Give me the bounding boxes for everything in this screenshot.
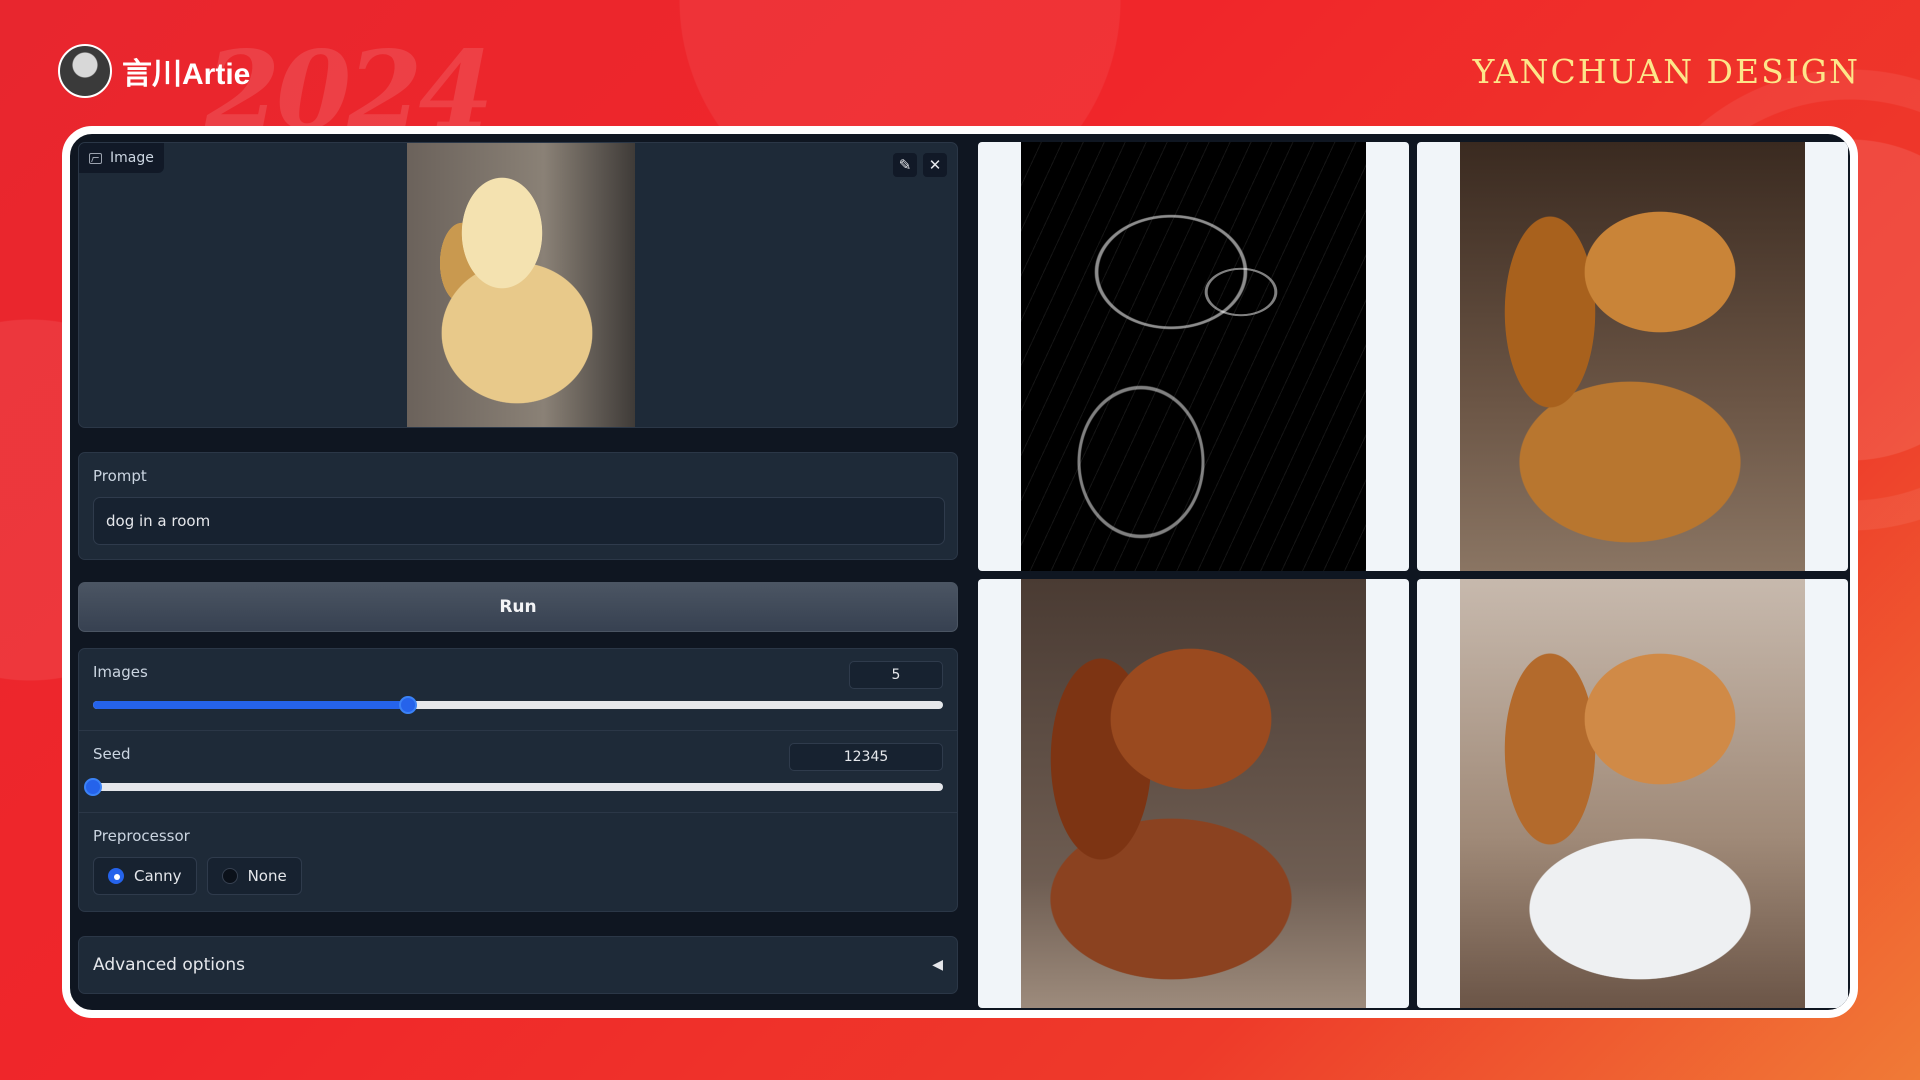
image-upload[interactable]: Image ✎ ✕ [78,142,958,428]
seed-slider[interactable] [84,778,943,796]
images-slider[interactable] [93,696,943,714]
output-gallery [978,142,1848,1008]
avatar [58,44,112,98]
radio-none[interactable]: None [206,857,302,895]
advanced-options-accordion[interactable]: Advanced options ◀ [78,936,958,994]
seed-control: Seed 12345 [79,731,957,813]
brand-header: 言川Artie [58,44,250,98]
controls-section: Images 5 Seed 12345 Preprocessor Canny N… [78,648,958,912]
design-watermark: YANCHUAN DESIGN [1472,52,1860,91]
radio-none-label: None [247,867,287,885]
image-label-tag: Image [79,143,164,173]
gallery-item-edge-map[interactable] [978,142,1409,571]
brand-name: 言川Artie [122,58,251,91]
seed-slider-thumb[interactable] [84,778,102,796]
images-control: Images 5 [79,649,957,731]
radio-canny-label: Canny [134,867,182,885]
preprocessor-radio-group: Canny None [93,857,943,895]
pencil-icon[interactable]: ✎ [893,153,917,177]
gallery-item-2[interactable] [978,579,1409,1008]
image-icon [89,152,102,164]
gallery-item-1[interactable] [1417,142,1848,571]
output-dog-image-2 [1021,579,1366,1008]
canny-edge-image [1021,142,1366,571]
close-icon[interactable]: ✕ [923,153,947,177]
preprocessor-control: Preprocessor Canny None [79,813,957,913]
images-label: Images [93,663,148,681]
gallery-item-3[interactable] [1417,579,1848,1008]
app-frame: Image ✎ ✕ Prompt dog in a room Run Image… [62,126,1858,1018]
preprocessor-label: Preprocessor [93,827,190,845]
images-slider-fill [93,701,408,709]
images-slider-thumb[interactable] [398,696,417,714]
prompt-label: Prompt [93,467,147,485]
output-dog-image-3 [1460,579,1805,1008]
advanced-options-label: Advanced options [93,955,245,975]
seed-number-input[interactable]: 12345 [789,743,943,771]
image-tools: ✎ ✕ [893,153,947,177]
prompt-section: Prompt dog in a room [78,452,958,560]
run-button[interactable]: Run [78,582,958,632]
image-label: Image [110,150,154,166]
prompt-input[interactable]: dog in a room [93,497,945,545]
images-number-input[interactable]: 5 [849,661,943,689]
caret-left-icon[interactable]: ◀ [932,957,943,973]
radio-canny-dot[interactable] [108,868,124,884]
radio-canny[interactable]: Canny [93,857,197,895]
radio-none-dot[interactable] [221,868,238,884]
output-dog-image-1 [1460,142,1805,571]
input-dog-image [407,143,635,427]
